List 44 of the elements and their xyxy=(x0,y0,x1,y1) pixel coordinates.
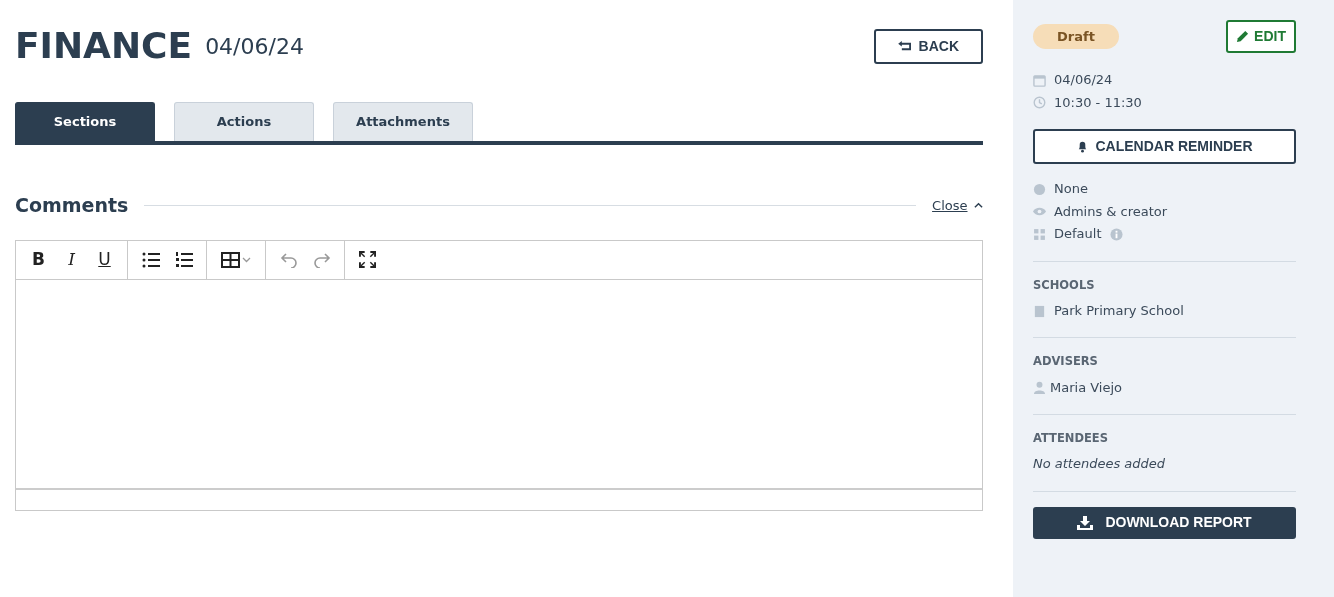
section-heading: ADVISERS xyxy=(1033,353,1099,371)
page-date: 04/06/24 xyxy=(205,32,304,61)
download-report-button[interactable]: DOWNLOAD REPORT xyxy=(1033,506,1296,539)
back-button[interactable]: BACK xyxy=(873,28,983,64)
coin-icon xyxy=(1033,182,1046,196)
tab[interactable]: Actions xyxy=(174,102,314,141)
caret-up-icon xyxy=(974,202,983,209)
calendar-reminder-button[interactable]: CALENDAR REMINDER xyxy=(1033,129,1296,164)
status-badge: Draft xyxy=(1033,23,1119,50)
meeting-time: 10:30 - 11:30 xyxy=(1054,93,1142,112)
clock-icon xyxy=(1033,96,1046,110)
building-icon xyxy=(1033,304,1046,318)
adviser-name: Maria Viejo xyxy=(1050,378,1123,397)
meeting-date: 04/06/24 xyxy=(1054,71,1113,89)
bold-button[interactable]: B xyxy=(22,244,55,275)
info-icon xyxy=(1109,227,1123,241)
empty-message: No attendees added xyxy=(1033,455,1167,474)
school-name: Park Primary School xyxy=(1054,301,1184,320)
download-icon xyxy=(1077,515,1094,530)
tab[interactable]: Attachments xyxy=(333,102,473,141)
page-title: FINANCE xyxy=(15,28,193,64)
return-arrow-icon xyxy=(897,40,913,52)
cost-text: None xyxy=(1054,180,1088,198)
edit-button[interactable]: EDIT xyxy=(1226,20,1296,53)
underline-button[interactable]: U xyxy=(88,244,121,275)
visibility-text: Admins & creator xyxy=(1054,202,1168,221)
tab[interactable]: Sections xyxy=(15,102,155,141)
bulleted-list-icon xyxy=(141,251,160,268)
template-text: Default xyxy=(1054,225,1102,243)
section-heading: ATTENDEES xyxy=(1033,430,1109,447)
pencil-icon xyxy=(1236,30,1250,43)
close-link[interactable]: Close xyxy=(932,195,983,215)
calendar-icon xyxy=(1033,73,1046,87)
table-icon xyxy=(221,251,251,268)
redo-icon xyxy=(312,251,331,268)
numbered-list-icon xyxy=(174,251,193,268)
section-heading: SCHOOLS xyxy=(1033,276,1096,294)
grid-icon xyxy=(1033,227,1046,241)
person-icon xyxy=(1033,381,1046,395)
italic-button[interactable]: I xyxy=(55,244,88,275)
fullscreen-icon xyxy=(359,251,376,268)
section-title: Comments xyxy=(15,193,129,218)
rich-text-editor[interactable]: B I U xyxy=(15,239,983,511)
undo-icon xyxy=(279,251,298,268)
